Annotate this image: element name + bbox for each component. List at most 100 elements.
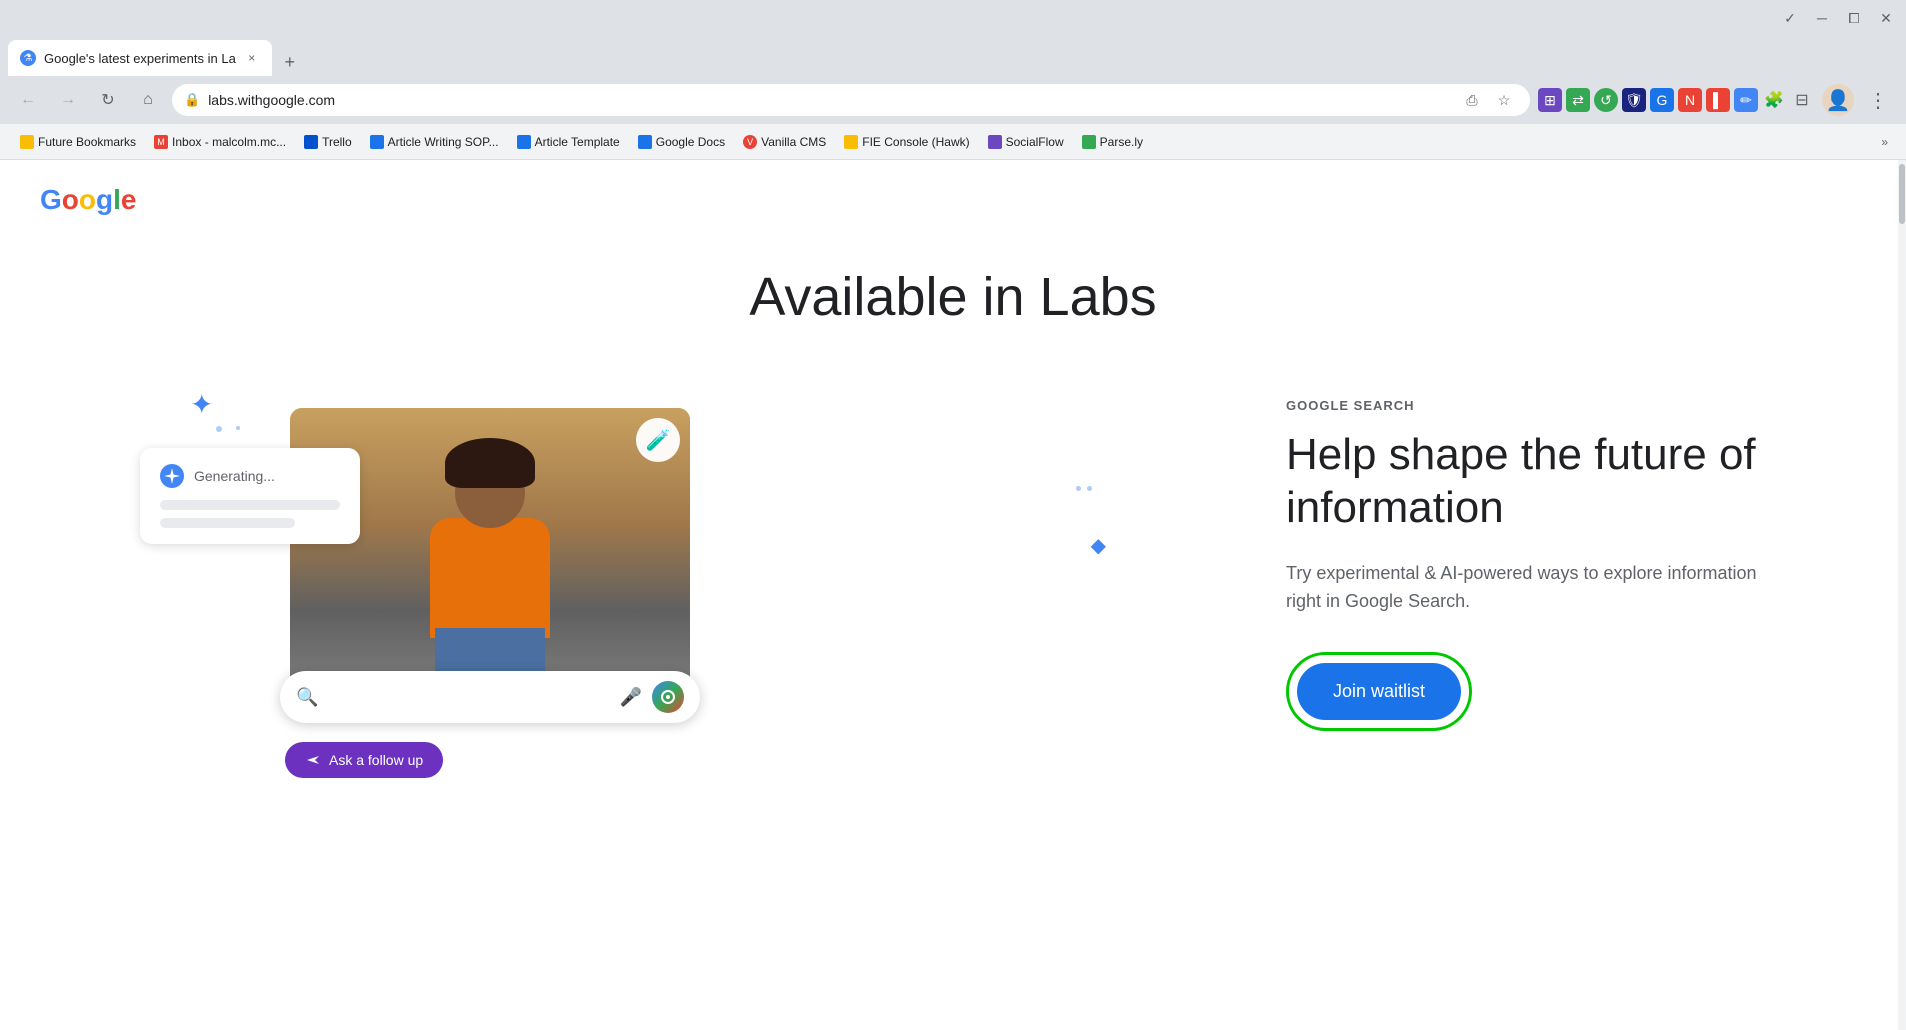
tab-bar: ⚗ Google's latest experiments in La × + bbox=[0, 36, 1906, 76]
ext-icon-5[interactable]: G bbox=[1650, 88, 1674, 112]
illustration-area: ✦ ◆ Generating... bbox=[120, 378, 1206, 758]
ext-icon-6[interactable]: N bbox=[1678, 88, 1702, 112]
generating-ai-icon bbox=[160, 464, 184, 488]
generating-header: Generating... bbox=[160, 464, 340, 488]
bookmark-sop[interactable]: Article Writing SOP... bbox=[362, 131, 507, 153]
logo-o1: o bbox=[62, 184, 79, 215]
ext-icon-1[interactable]: ⊞ bbox=[1538, 88, 1562, 112]
sparkle-dot-row-2 bbox=[1087, 486, 1092, 491]
search-icon: 🔍 bbox=[296, 687, 318, 708]
bookmark-inbox-label: Inbox - malcolm.mc... bbox=[172, 135, 286, 149]
product-description: Try experimental & AI-powered ways to ex… bbox=[1286, 559, 1786, 617]
bookmark-template[interactable]: Article Template bbox=[509, 131, 628, 153]
logo-g2: g bbox=[96, 184, 113, 215]
browser-extension-buttons: ⊞ ⇄ ↺ 🛡 G N ▌ ✏ 🧩 ⊟ bbox=[1538, 88, 1814, 112]
person-torso bbox=[430, 518, 550, 638]
bookmark-trello[interactable]: Trello bbox=[296, 131, 360, 153]
scrollbar-thumb[interactable] bbox=[1899, 164, 1905, 224]
active-tab[interactable]: ⚗ Google's latest experiments in La × bbox=[8, 40, 272, 76]
tab-close-button[interactable]: × bbox=[244, 50, 260, 66]
lock-icon: 🔒 bbox=[184, 92, 200, 108]
sparkle-dots-row bbox=[1076, 486, 1092, 491]
ext-icon-7[interactable]: ▌ bbox=[1706, 88, 1730, 112]
page-header: Google bbox=[0, 160, 1906, 216]
generating-lines bbox=[160, 500, 340, 528]
share-button[interactable]: ⎙ bbox=[1458, 86, 1486, 114]
scrollbar[interactable] bbox=[1898, 160, 1906, 1030]
google-logo-text: Google bbox=[40, 184, 136, 216]
flask-icon-overlay: 🧪 bbox=[636, 418, 680, 462]
waitlist-container: Join waitlist bbox=[1286, 652, 1472, 731]
logo-e: e bbox=[121, 184, 137, 215]
google-logo: Google bbox=[40, 184, 136, 216]
bookmark-fie[interactable]: FIE Console (Hawk) bbox=[836, 131, 977, 153]
home-button[interactable]: ⌂ bbox=[132, 84, 164, 116]
join-waitlist-button[interactable]: Join waitlist bbox=[1297, 663, 1461, 720]
maximize-control[interactable]: ✓ bbox=[1782, 10, 1798, 26]
bookmark-button[interactable]: ☆ bbox=[1490, 86, 1518, 114]
new-tab-button[interactable]: + bbox=[276, 48, 304, 76]
logo-o2: o bbox=[79, 184, 96, 215]
ext-icon-4[interactable]: 🛡 bbox=[1622, 88, 1646, 112]
tab-title: Google's latest experiments in La bbox=[44, 51, 236, 66]
bookmark-template-label: Article Template bbox=[535, 135, 620, 149]
follow-up-button[interactable]: Ask a follow up bbox=[285, 742, 443, 778]
title-bar: ✓ ─ ⧠ ✕ bbox=[0, 0, 1906, 36]
ext-icon-8[interactable]: ✏ bbox=[1734, 88, 1758, 112]
bookmark-gdocs[interactable]: Google Docs bbox=[630, 131, 733, 153]
address-bar-row: ← → ↻ ⌂ 🔒 labs.withgoogle.com ⎙ ☆ ⊞ ⇄ ↺ … bbox=[0, 76, 1906, 124]
labs-page: Available in Labs ✦ ◆ bbox=[0, 216, 1906, 778]
bookmark-parsely-label: Parse.ly bbox=[1100, 135, 1143, 149]
window-controls: ✓ ─ ⧠ ✕ bbox=[1782, 10, 1894, 26]
product-title-line2: information bbox=[1286, 483, 1504, 532]
back-button[interactable]: ← bbox=[12, 84, 44, 116]
restore-control[interactable]: ⧠ bbox=[1846, 10, 1862, 26]
minimize-control[interactable]: ─ bbox=[1814, 10, 1830, 26]
sparkle-large-icon: ✦ bbox=[190, 388, 213, 421]
logo-g: G bbox=[40, 184, 62, 215]
product-title: Help shape the future of information bbox=[1286, 429, 1786, 535]
generating-card: Generating... bbox=[140, 448, 360, 544]
follow-up-icon bbox=[305, 752, 321, 768]
bookmark-vanilla-label: Vanilla CMS bbox=[761, 135, 826, 149]
description-area: GOOGLE SEARCH Help shape the future of i… bbox=[1286, 378, 1786, 731]
person-figure bbox=[390, 458, 590, 698]
ext-icon-puzzle[interactable]: 🧩 bbox=[1762, 88, 1786, 112]
browser-chrome: ✓ ─ ⧠ ✕ ⚗ Google's latest experiments in… bbox=[0, 0, 1906, 160]
bookmarks-bar: Future Bookmarks M Inbox - malcolm.mc...… bbox=[0, 124, 1906, 160]
bookmark-trello-label: Trello bbox=[322, 135, 352, 149]
bookmark-parsely[interactable]: Parse.ly bbox=[1074, 131, 1151, 153]
close-control[interactable]: ✕ bbox=[1878, 10, 1894, 26]
url-text: labs.withgoogle.com bbox=[208, 92, 1450, 108]
bookmark-inbox[interactable]: M Inbox - malcolm.mc... bbox=[146, 131, 294, 153]
sparkle-dot-1 bbox=[216, 426, 222, 432]
flask-icon: 🧪 bbox=[646, 428, 671, 453]
ext-icon-2[interactable]: ⇄ bbox=[1566, 88, 1590, 112]
voice-search-icon[interactable]: 🎤 bbox=[620, 687, 642, 708]
lens-search-icon[interactable] bbox=[652, 681, 684, 713]
bookmark-future[interactable]: Future Bookmarks bbox=[12, 131, 144, 153]
bookmark-sop-label: Article Writing SOP... bbox=[388, 135, 499, 149]
bookmark-vanilla[interactable]: V Vanilla CMS bbox=[735, 131, 834, 153]
bookmarks-more-button[interactable]: » bbox=[1875, 131, 1894, 153]
page-content: Google Available in Labs ✦ ◆ bbox=[0, 160, 1906, 1030]
refresh-button[interactable]: ↻ bbox=[92, 84, 124, 116]
sparkle-dot-row-1 bbox=[1076, 486, 1081, 491]
sparkle-diamond-icon: ◆ bbox=[1091, 533, 1106, 558]
generating-line-2 bbox=[160, 518, 295, 528]
profile-button[interactable]: 👤 bbox=[1822, 84, 1854, 116]
forward-button[interactable]: → bbox=[52, 84, 84, 116]
bookmark-gdocs-label: Google Docs bbox=[656, 135, 725, 149]
page-title-section: Available in Labs bbox=[80, 236, 1826, 378]
logo-l: l bbox=[113, 184, 121, 215]
chrome-menu-button[interactable]: ⋮ bbox=[1862, 84, 1894, 116]
generating-label: Generating... bbox=[194, 468, 275, 484]
ext-icon-3[interactable]: ↺ bbox=[1594, 88, 1618, 112]
search-bar-overlay[interactable]: 🔍 🎤 bbox=[280, 671, 700, 723]
address-bar[interactable]: 🔒 labs.withgoogle.com ⎙ ☆ bbox=[172, 84, 1530, 116]
ext-icon-sidebar[interactable]: ⊟ bbox=[1790, 88, 1814, 112]
tab-favicon: ⚗ bbox=[20, 50, 36, 66]
bookmark-socialflow[interactable]: SocialFlow bbox=[980, 131, 1072, 153]
follow-up-label: Ask a follow up bbox=[329, 752, 423, 768]
product-title-line1: Help shape the future of bbox=[1286, 430, 1756, 479]
